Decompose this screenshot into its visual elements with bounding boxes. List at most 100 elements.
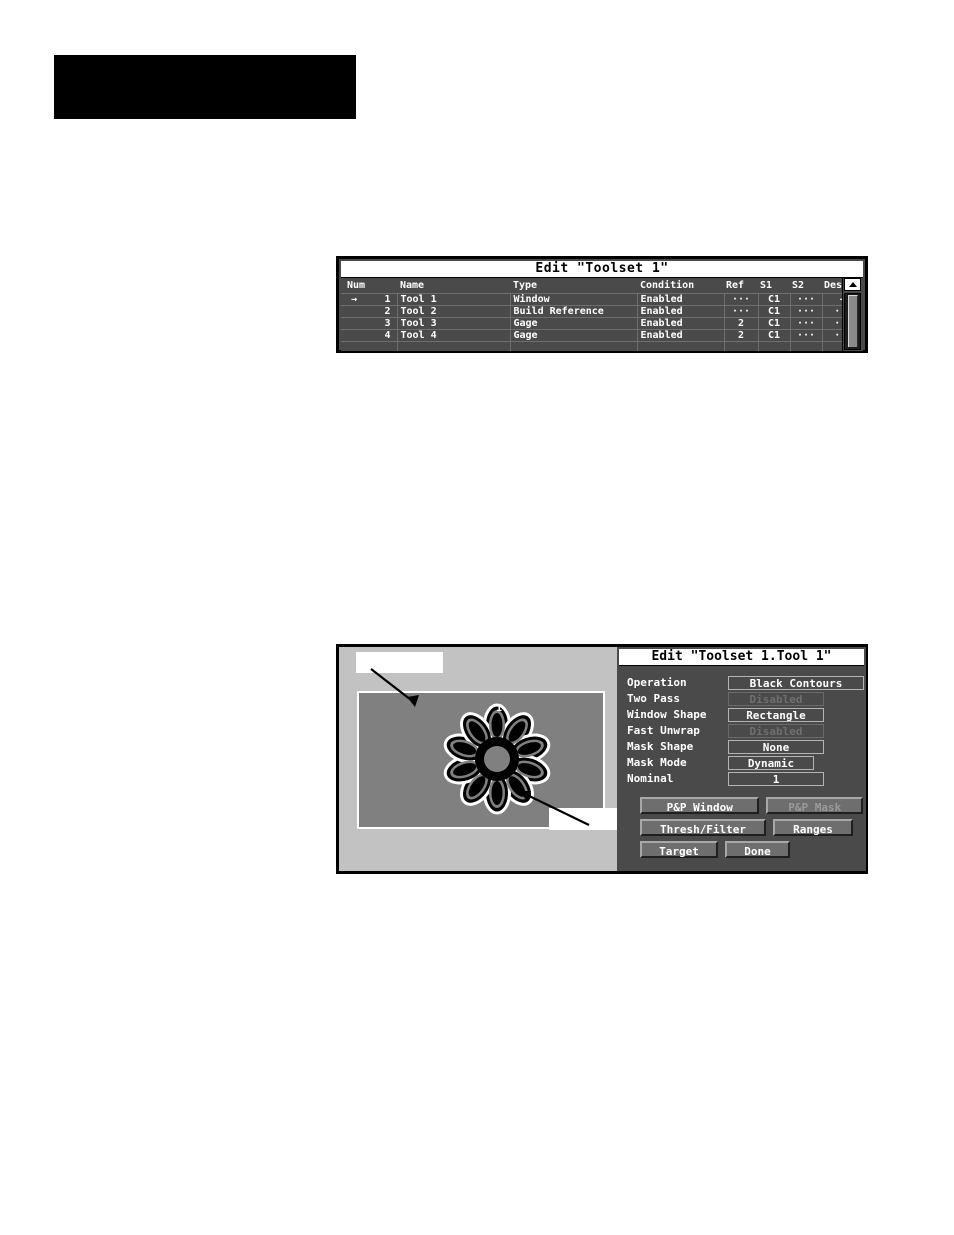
cell-s1: C1: [758, 317, 791, 330]
cell-dest: ···: [822, 317, 842, 330]
cell-s2: ···: [790, 317, 823, 330]
tool-settings-fields: Operation Black Contours Two Pass Disabl…: [619, 675, 864, 786]
scrollbar-thumb[interactable]: [848, 295, 858, 347]
tool-edit-window: 1 Edit "Toolset 1.Tool 1" Operation Blac…: [336, 644, 868, 874]
scrollbar-track[interactable]: [844, 293, 861, 350]
image-pane: 1: [339, 647, 617, 871]
cell-dest: ···: [822, 305, 842, 318]
target-button[interactable]: Target: [640, 841, 718, 858]
label-two-pass: Two Pass: [627, 692, 680, 705]
cell-ref: 2: [724, 317, 759, 330]
label-nominal: Nominal: [627, 772, 674, 785]
label-fast-unwrap: Fast Unwrap: [627, 724, 700, 737]
button-row-2: Thresh/Filter Ranges: [640, 819, 870, 836]
table-row[interactable]: 4 Tool 4 Gage Enabled 2 C1 ··· ···: [341, 329, 842, 342]
column-header-ref: Ref: [724, 278, 758, 294]
value-mask-mode[interactable]: Dynamic: [728, 755, 814, 770]
cell-s1: [758, 341, 791, 351]
cell-type: Window: [510, 293, 638, 306]
label-mask-shape: Mask Shape: [627, 740, 694, 753]
callout-arrow-top-icon: [370, 668, 419, 707]
button-row-3: Target Done: [640, 841, 870, 858]
column-header-dest: Dest: [822, 278, 842, 294]
label-mask-mode: Mask Mode: [627, 756, 687, 769]
column-header-num: Num: [341, 278, 397, 294]
column-header-s2: S2: [790, 278, 822, 294]
cell-s2: [790, 341, 823, 351]
tool-window-title: Edit "Toolset 1.Tool 1": [619, 649, 864, 666]
cell-num-value: 3: [384, 318, 391, 329]
table-row[interactable]: 3 Tool 3 Gage Enabled 2 C1 ··· ···: [341, 317, 842, 330]
table-row[interactable]: → 1 Tool 1 Window Enabled ··· C1 ··· —: [341, 293, 842, 306]
cell-dest: ···: [822, 329, 842, 342]
field-row-two-pass: Two Pass Disabled: [627, 691, 864, 706]
column-header-s1: S1: [758, 278, 790, 294]
cell-num-value: 1: [384, 294, 391, 305]
field-row-fast-unwrap: Fast Unwrap Disabled: [627, 723, 864, 738]
header-black-block: [54, 55, 356, 119]
thresh-filter-button[interactable]: Thresh/Filter: [640, 819, 766, 836]
toolset-edit-window: Edit "Toolset 1" Num Name Type Condition…: [336, 256, 868, 353]
toolset-window-body: Num Name Type Condition Ref S1 S2 Dest →: [341, 278, 863, 351]
cell-s1: C1: [758, 293, 791, 306]
field-row-mask-shape: Mask Shape None: [627, 739, 864, 754]
column-header-type: Type: [510, 278, 637, 294]
cell-num: 4: [341, 329, 398, 342]
cell-ref: ···: [724, 293, 759, 306]
cell-condition: Enabled: [637, 293, 725, 306]
cell-num: 2: [341, 305, 398, 318]
cell-num-value: 4: [384, 330, 391, 341]
vertical-scrollbar[interactable]: [842, 278, 863, 351]
value-two-pass: Disabled: [728, 691, 824, 706]
cell-s1: C1: [758, 305, 791, 318]
cell-condition: [637, 341, 725, 351]
value-operation[interactable]: Black Contours: [728, 675, 864, 690]
ranges-button[interactable]: Ranges: [773, 819, 853, 836]
cell-dest: —: [822, 293, 842, 306]
contour-index-label: 1: [496, 703, 503, 714]
tool-action-buttons: P&P Window P&P Mask Thresh/Filter Ranges…: [640, 797, 870, 863]
cell-name: Tool 2: [397, 305, 511, 318]
cell-num: 3: [341, 317, 398, 330]
table-row[interactable]: 2 Tool 2 Build Reference Enabled ··· C1 …: [341, 305, 842, 318]
field-row-operation: Operation Black Contours: [627, 675, 864, 690]
cell-type: Gage: [510, 329, 638, 342]
pp-mask-button: P&P Mask: [766, 797, 863, 814]
tool-settings-pane: Edit "Toolset 1.Tool 1" Operation Black …: [617, 647, 866, 871]
cell-s2: ···: [790, 329, 823, 342]
cell-condition: Enabled: [637, 317, 725, 330]
cell-name: [397, 341, 511, 351]
cell-ref: [724, 341, 759, 351]
cell-condition: Enabled: [637, 329, 725, 342]
cell-num: [341, 341, 398, 351]
cell-s1: C1: [758, 329, 791, 342]
cell-name: Tool 3: [397, 317, 511, 330]
callout-arrow-bottom-icon: [519, 791, 590, 826]
value-mask-shape[interactable]: None: [728, 739, 824, 754]
done-button[interactable]: Done: [725, 841, 790, 858]
field-row-window-shape: Window Shape Rectangle: [627, 707, 864, 722]
button-row-1: P&P Window P&P Mask: [640, 797, 870, 814]
cell-ref: 2: [724, 329, 759, 342]
triangle-up-icon: [848, 282, 857, 287]
tool-table: Num Name Type Condition Ref S1 S2 Dest →: [341, 278, 842, 351]
cell-s2: ···: [790, 293, 823, 306]
cell-condition: Enabled: [637, 305, 725, 318]
tool-table-header-row: Num Name Type Condition Ref S1 S2 Dest: [341, 278, 842, 294]
cell-type: Gage: [510, 317, 638, 330]
value-fast-unwrap: Disabled: [728, 723, 824, 738]
pp-window-button[interactable]: P&P Window: [640, 797, 760, 814]
cell-num: → 1: [341, 293, 398, 306]
value-window-shape[interactable]: Rectangle: [728, 707, 824, 722]
current-row-marker-icon: →: [351, 294, 358, 305]
table-row[interactable]: [341, 341, 842, 351]
cell-num-value: 2: [384, 306, 391, 317]
cell-name: Tool 4: [397, 329, 511, 342]
label-operation: Operation: [627, 676, 687, 689]
scroll-up-button[interactable]: [844, 278, 861, 291]
column-header-condition: Condition: [637, 278, 724, 294]
field-row-nominal: Nominal 1: [627, 771, 864, 786]
label-window-shape: Window Shape: [627, 708, 707, 721]
cell-ref: ···: [724, 305, 759, 318]
value-nominal[interactable]: 1: [728, 771, 824, 786]
